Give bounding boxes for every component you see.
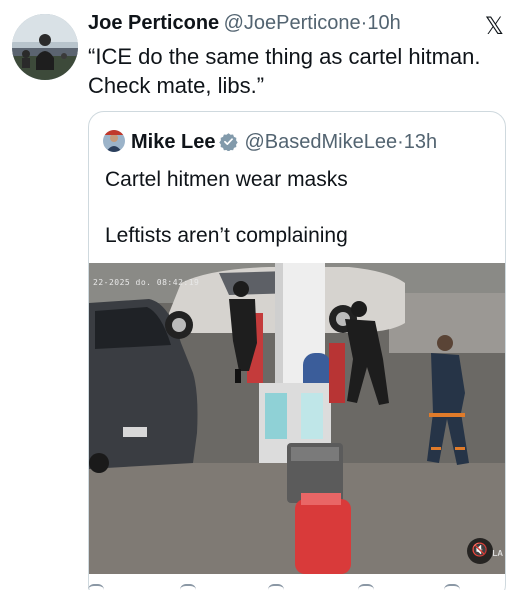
quoted-handle-line: @BasedMikeLee·13h: [244, 131, 437, 153]
quoted-video[interactable]: 22-2025 do. 08:42:19 🔇 LA: [89, 263, 505, 574]
author-avatar[interactable]: [12, 14, 78, 80]
quoted-author-avatar[interactable]: [103, 130, 125, 152]
like-icon[interactable]: [268, 584, 284, 590]
quoted-separator: ·: [397, 131, 404, 153]
author-handle[interactable]: @JoePerticone: [224, 12, 361, 34]
tweet-text: “ICE do the same thing as cartel hitman.…: [88, 44, 481, 98]
tweet: Joe Perticone @JoePerticone·10h 𝕏 “ICE d…: [0, 0, 516, 590]
quoted-tweet-header: Mike Lee @BasedMikeLee·13h: [103, 130, 437, 156]
video-frame: [89, 263, 505, 574]
bookmark-icon[interactable]: [444, 584, 460, 590]
muted-speaker-icon[interactable]: 🔇: [467, 538, 493, 564]
x-logo-icon: 𝕏: [484, 12, 504, 40]
tweet-header: Joe Perticone @JoePerticone·10h 𝕏: [88, 12, 504, 42]
reply-icon[interactable]: [88, 584, 104, 590]
quoted-author-display-name[interactable]: Mike Lee: [131, 131, 215, 153]
views-icon[interactable]: [358, 584, 374, 590]
video-timestamp-overlay: 22-2025 do. 08:42:19: [93, 278, 200, 287]
quoted-author-handle[interactable]: @BasedMikeLee: [244, 131, 397, 153]
retweet-icon[interactable]: [180, 584, 196, 590]
tweet-action-bar: [88, 584, 508, 590]
avatar-photo: [12, 14, 78, 80]
video-corner-logo: LA: [492, 549, 503, 558]
quoted-tweet[interactable]: Mike Lee @BasedMikeLee·13h Cartel hitmen…: [88, 111, 506, 590]
quoted-text-line-2: Leftists aren’t complaining: [105, 224, 348, 247]
quoted-text-line-1: Cartel hitmen wear masks: [105, 168, 348, 191]
verified-badge-icon: [219, 132, 239, 156]
quoted-tweet-time[interactable]: 13h: [404, 131, 437, 153]
quoted-avatar-photo: [103, 130, 125, 152]
tweet-time[interactable]: 10h: [367, 12, 400, 34]
author-handle-line: @JoePerticone·10h: [224, 12, 401, 34]
author-display-name[interactable]: Joe Perticone: [88, 12, 219, 34]
